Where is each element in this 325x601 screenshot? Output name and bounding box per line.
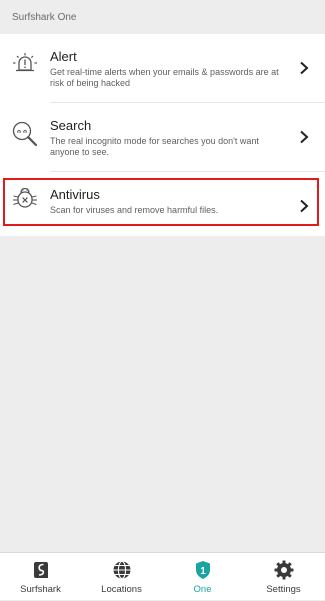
nav-item-one[interactable]: 1 One <box>162 553 243 601</box>
list-item-antivirus[interactable]: Antivirus Scan for viruses and remove ha… <box>0 172 325 240</box>
search-title: Search <box>50 118 92 133</box>
surfshark-logo-icon <box>33 562 48 578</box>
feature-list: Alert Get real-time alerts when your ema… <box>0 34 325 236</box>
chevron-right-icon[interactable] <box>299 130 309 144</box>
nav-label: Settings <box>266 584 301 595</box>
list-item-search[interactable]: Search The real incognito mode for searc… <box>0 103 325 171</box>
chevron-right-icon[interactable] <box>299 199 309 213</box>
nav-label: One <box>193 584 212 595</box>
section-header: Surfshark One <box>0 0 325 34</box>
nav-label: Surfshark <box>20 584 61 595</box>
gear-icon <box>274 560 293 580</box>
alert-bell-icon <box>13 53 37 72</box>
globe-icon <box>113 560 130 580</box>
search-magnifier-icon <box>12 121 38 147</box>
alert-description: Get real-time alerts when your emails & … <box>50 67 279 88</box>
nav-item-surfshark[interactable]: Surfshark <box>0 553 81 601</box>
shield-one-icon: 1 <box>195 561 210 579</box>
alert-title: Alert <box>50 49 77 64</box>
nav-item-locations[interactable]: Locations <box>81 553 162 601</box>
antivirus-description: Scan for viruses and remove harmful file… <box>50 205 219 215</box>
nav-item-settings[interactable]: Settings <box>243 553 324 601</box>
antivirus-bug-icon <box>13 187 37 208</box>
bottom-nav: Surfshark Locations 1 One Settings <box>0 552 325 600</box>
chevron-right-icon[interactable] <box>299 61 309 75</box>
nav-label: Locations <box>101 584 142 595</box>
antivirus-title: Antivirus <box>50 187 100 202</box>
list-item-alert[interactable]: Alert Get real-time alerts when your ema… <box>0 34 325 102</box>
shield-badge: 1 <box>200 566 206 577</box>
search-description: The real incognito mode for searches you… <box>50 136 259 157</box>
